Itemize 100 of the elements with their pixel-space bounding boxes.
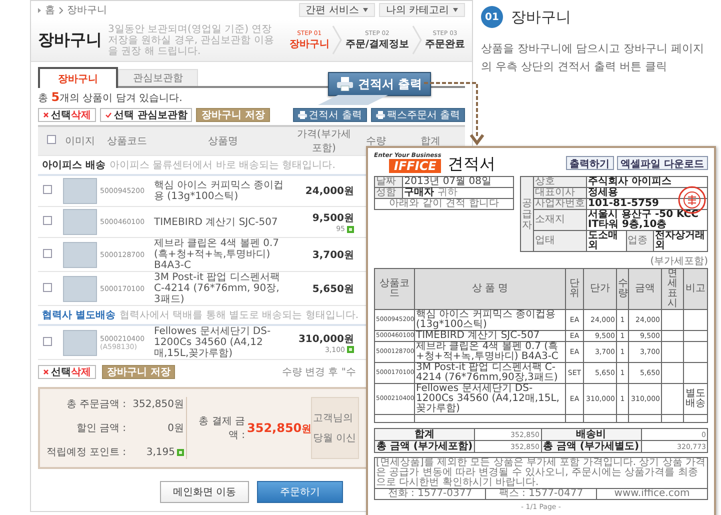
table-cell: 3M Post-it 팝업 디스펜서팩 C-4214 (76*76mm,90장,3패드) bbox=[414, 362, 566, 384]
group-title: 협력사 별도배송 bbox=[42, 309, 116, 322]
column-header: 단가 bbox=[584, 268, 616, 310]
product-photo bbox=[63, 330, 97, 356]
product-name[interactable]: 3M Post-it 팝업 디스펜서팩 C-4214 (76*76mm, 90장, 3패드) bbox=[154, 272, 292, 305]
column-header: 수량 bbox=[365, 135, 387, 148]
price: 5,650원 bbox=[312, 282, 354, 296]
delete-selected-button[interactable]: 선택삭제 bbox=[38, 365, 96, 379]
dropdown-menu[interactable]: 나의 카테고리 bbox=[378, 3, 465, 17]
print-button[interactable]: 출력하기 bbox=[566, 156, 614, 170]
grand-total-value: 352,850원 bbox=[247, 420, 309, 436]
cross-icon bbox=[43, 112, 49, 118]
select-all-checkbox[interactable] bbox=[47, 135, 56, 144]
tab[interactable]: 장바구니 bbox=[38, 67, 118, 88]
guide-text: 상품을 장바구니에 담으시고 장바구니 페이지의 우측 상단의 견적서 출력 버튼 클릭 bbox=[481, 41, 705, 75]
product-name[interactable]: 핵심 아이스 커피믹스 종이컵용 (13g*100스틱) bbox=[154, 180, 292, 202]
main-page-button[interactable]: 메인화면 이동 bbox=[160, 481, 250, 503]
group-note: 아이피스 물류센터에서 바로 배송되는 형태입니다. bbox=[109, 159, 336, 172]
page-subtitle: 3일동안 보관되며(영업일 기준) 연장 저장을 원하실 경우, 관심보관함 이용을 권장 해 드립니다. bbox=[108, 24, 275, 56]
product-photo bbox=[63, 276, 97, 302]
total-label: 배송비 bbox=[541, 428, 641, 440]
column-header: 상품코드 bbox=[106, 135, 148, 148]
excel-download-button[interactable]: 엑셀파일 다운로드 bbox=[616, 156, 708, 170]
logo-wordmark: IFFICE bbox=[389, 159, 442, 173]
breadcrumb-link[interactable]: 장바구니 bbox=[67, 3, 107, 17]
product-name[interactable]: Fellowes 문서세단기 DS-1200Cs 34560 (A4,12매,15L,꽂가루함) bbox=[154, 326, 292, 359]
cross-icon bbox=[43, 369, 49, 375]
price: 9,500원 bbox=[312, 212, 354, 225]
column-header: 이미지 bbox=[64, 135, 96, 148]
vat-note: (부가세포함) bbox=[649, 255, 708, 268]
product-name[interactable]: TIMEBIRD 계산기 SJC-507 bbox=[154, 216, 292, 228]
page-title: 장바구니 bbox=[38, 30, 102, 50]
printer-icon bbox=[376, 111, 385, 119]
checkbox[interactable] bbox=[43, 185, 52, 194]
dropdown-menu[interactable]: 간편 서비스 bbox=[298, 3, 375, 17]
field-label: 상호 bbox=[534, 176, 586, 188]
product-photo bbox=[63, 209, 97, 235]
save-to-wishlist-button[interactable]: 선택 관심보관함 bbox=[100, 108, 192, 122]
print-button[interactable]: 팩스주문서 출력 bbox=[370, 108, 465, 122]
checkbox[interactable] bbox=[43, 336, 52, 346]
table-cell: 제브라 클립온 4색 볼펜 0.7 (흑+청+적+녹,투명바디) B4A3-C bbox=[414, 342, 566, 362]
guide-title: 장바구니 bbox=[511, 8, 571, 26]
table-cell: 별도배송 bbox=[684, 384, 708, 414]
notice-text: [면세상품]를 제외한 모든 상품은 부가세 포함 가격입니다. 상기 상품 가격은 공급가 변동에 따라 변경될 수 있사오니, 주문시에는 상품가격를 최종으로 다시한번 확인하시기 바랍니다. bbox=[374, 458, 708, 488]
column-header: 상 품 명 bbox=[414, 268, 566, 310]
checkbox[interactable] bbox=[43, 216, 52, 225]
greeting-text: 아래와 같이 견적 합니다 bbox=[374, 198, 514, 210]
breadcrumb-link[interactable]: 홈 bbox=[45, 3, 55, 17]
callout-pointer bbox=[318, 95, 388, 105]
document-title: 견적서 bbox=[447, 155, 496, 173]
column-header: 수량 bbox=[616, 268, 628, 310]
field-value: 전자상거래 외 bbox=[654, 230, 708, 252]
total-value: 0원 bbox=[168, 422, 184, 435]
chevron-icon bbox=[412, 25, 422, 55]
field-value: 2013년 07월 08일 bbox=[402, 176, 514, 188]
note-text: 당월 이신 bbox=[313, 432, 358, 445]
chevron-icon bbox=[332, 25, 342, 55]
contact-info: 팩스 : 1577-0477 bbox=[486, 488, 596, 500]
quantity-note: 수량 변경 후 "수 bbox=[282, 366, 356, 379]
print-button[interactable]: 견적서 출력 bbox=[292, 108, 367, 122]
caret-icon bbox=[453, 8, 458, 12]
step-label: 장바구니 bbox=[289, 38, 330, 50]
points-icon bbox=[347, 226, 354, 232]
cart-summary: 총 5개의 상품이 담겨 있습니다. bbox=[38, 91, 182, 105]
total-label: 적립예정 포인트 : bbox=[45, 446, 126, 459]
total-label: 총 금액 (부가세포함) bbox=[374, 440, 474, 452]
field-value: 101-81-5759 bbox=[586, 198, 708, 210]
price: 3,700원 bbox=[312, 248, 354, 262]
checkbox[interactable] bbox=[43, 248, 52, 258]
printer-icon bbox=[337, 77, 353, 91]
field-value: 구매자 bbox=[404, 187, 434, 198]
field-value: 주식회사 아이피스 bbox=[586, 176, 708, 188]
check-icon bbox=[105, 112, 112, 118]
field-label: 업태 bbox=[534, 230, 586, 252]
total-label: 총 주문금액 : bbox=[65, 398, 126, 411]
total-value: 3,195 bbox=[146, 446, 175, 458]
honorific: 귀하 bbox=[437, 187, 458, 198]
step-label: 주문/결제정보 bbox=[345, 38, 409, 50]
print-estimate-callout: 견적서 출력 bbox=[328, 72, 432, 96]
column-header: 상품코드 bbox=[374, 268, 414, 310]
column-header: 면세표시 bbox=[662, 268, 684, 310]
product-name[interactable]: 제브라 클립온 4색 볼펜 0.7 (흑+청+적+녹,투명바디) B4A3-C bbox=[154, 238, 292, 271]
points-icon bbox=[347, 346, 354, 353]
product-photo bbox=[63, 242, 97, 268]
chevron-icon bbox=[59, 6, 63, 14]
field-label: 날짜 bbox=[374, 176, 403, 188]
field-label: 사업자번호 bbox=[534, 198, 586, 210]
total-value: 352,850원 bbox=[132, 398, 184, 411]
column-header: 금액 bbox=[628, 268, 662, 310]
checkbox[interactable] bbox=[43, 282, 52, 292]
table-cell: TIMEBIRD 계산기 SJC-507 bbox=[414, 330, 566, 342]
field-value: 정세용 bbox=[586, 188, 708, 198]
contact-info: www.iffice.com bbox=[596, 488, 708, 500]
delete-selected-button[interactable]: 선택삭제 bbox=[38, 108, 96, 122]
product-photo bbox=[63, 178, 97, 204]
step-number-badge: 01 bbox=[481, 6, 503, 28]
column-header: 단위 bbox=[566, 268, 584, 310]
bullet-icon bbox=[38, 8, 41, 12]
tab[interactable]: 관심보관함 bbox=[118, 69, 198, 86]
caret-icon bbox=[362, 8, 368, 12]
